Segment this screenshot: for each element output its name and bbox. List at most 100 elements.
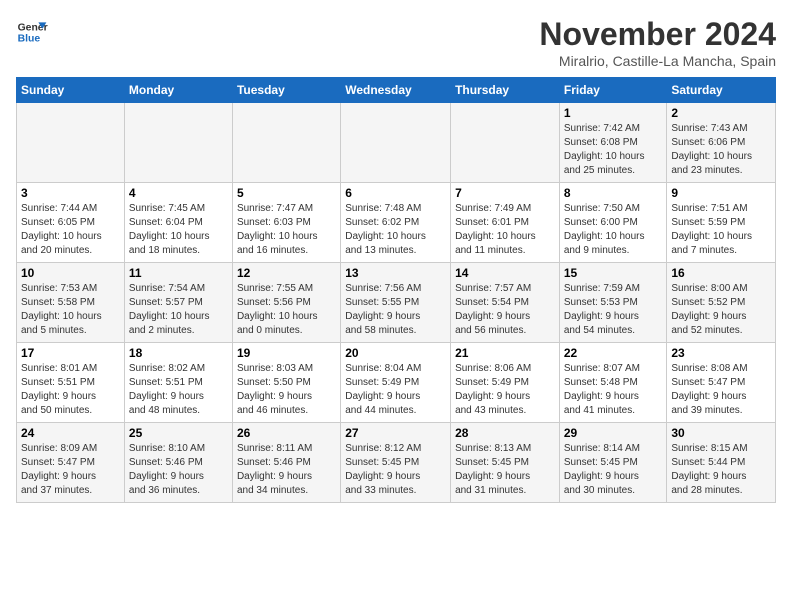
- calendar-cell: 2 Sunrise: 7:43 AM Sunset: 6:06 PM Daylig…: [667, 103, 776, 183]
- day-number: 25: [129, 426, 228, 440]
- calendar-cell: [451, 103, 560, 183]
- month-title: November 2024: [539, 16, 776, 53]
- day-info: Sunrise: 7:50 AM Sunset: 6:00 PM Dayligh…: [564, 202, 663, 258]
- day-info: Sunrise: 7:45 AM Sunset: 6:04 PM Dayligh…: [129, 202, 228, 258]
- day-info: Sunrise: 7:44 AM Sunset: 6:05 PM Dayligh…: [21, 202, 120, 258]
- calendar-cell: [341, 103, 451, 183]
- day-number: 26: [237, 426, 336, 440]
- weekday-header-saturday: Saturday: [667, 78, 776, 103]
- calendar-cell: 1 Sunrise: 7:42 AM Sunset: 6:08 PM Daylig…: [559, 103, 667, 183]
- calendar-cell: 26 Sunrise: 8:11 AM Sunset: 5:46 PM Dayli…: [232, 423, 340, 503]
- calendar-cell: [124, 103, 232, 183]
- day-number: 4: [129, 186, 228, 200]
- calendar-cell: 21Sunrise: 8:06 AM Sunset: 5:49 PM Dayli…: [451, 343, 560, 423]
- calendar-cell: 7Sunrise: 7:49 AM Sunset: 6:01 PM Daylig…: [451, 183, 560, 263]
- day-number: 22: [564, 346, 663, 360]
- weekday-header-friday: Friday: [559, 78, 667, 103]
- calendar-cell: 5 Sunrise: 7:47 AM Sunset: 6:03 PM Daylig…: [232, 183, 340, 263]
- calendar-cell: 10 Sunrise: 7:53 AM Sunset: 5:58 PM Dayli…: [17, 263, 125, 343]
- day-info: Sunrise: 8:13 AM Sunset: 5:45 PM Dayligh…: [455, 442, 555, 498]
- day-info: Sunrise: 8:11 AM Sunset: 5:46 PM Dayligh…: [237, 442, 336, 498]
- calendar-cell: 24 Sunrise: 8:09 AM Sunset: 5:47 PM Dayli…: [17, 423, 125, 503]
- day-info: Sunrise: 7:55 AM Sunset: 5:56 PM Dayligh…: [237, 282, 336, 338]
- day-number: 10: [21, 266, 120, 280]
- calendar-cell: 29Sunrise: 8:14 AM Sunset: 5:45 PM Dayli…: [559, 423, 667, 503]
- day-number: 2: [671, 106, 771, 120]
- day-info: Sunrise: 7:53 AM Sunset: 5:58 PM Dayligh…: [21, 282, 120, 338]
- weekday-header-sunday: Sunday: [17, 78, 125, 103]
- day-info: Sunrise: 7:42 AM Sunset: 6:08 PM Dayligh…: [564, 122, 663, 178]
- day-info: Sunrise: 7:47 AM Sunset: 6:03 PM Dayligh…: [237, 202, 336, 258]
- logo-icon: General Blue: [16, 16, 48, 48]
- day-info: Sunrise: 7:54 AM Sunset: 5:57 PM Dayligh…: [129, 282, 228, 338]
- calendar-cell: 9Sunrise: 7:51 AM Sunset: 5:59 PM Daylig…: [667, 183, 776, 263]
- weekday-header-thursday: Thursday: [451, 78, 560, 103]
- day-info: Sunrise: 7:56 AM Sunset: 5:55 PM Dayligh…: [345, 282, 446, 338]
- day-number: 27: [345, 426, 446, 440]
- day-info: Sunrise: 8:03 AM Sunset: 5:50 PM Dayligh…: [237, 362, 336, 418]
- location: Miralrio, Castille-La Mancha, Spain: [539, 53, 776, 69]
- calendar-cell: 14 Sunrise: 7:57 AM Sunset: 5:54 PM Dayli…: [451, 263, 560, 343]
- day-number: 17: [21, 346, 120, 360]
- calendar-cell: 23 Sunrise: 8:08 AM Sunset: 5:47 PM Dayli…: [667, 343, 776, 423]
- calendar-cell: 8Sunrise: 7:50 AM Sunset: 6:00 PM Daylig…: [559, 183, 667, 263]
- day-info: Sunrise: 8:14 AM Sunset: 5:45 PM Dayligh…: [564, 442, 663, 498]
- day-number: 6: [345, 186, 446, 200]
- day-number: 14: [455, 266, 555, 280]
- day-info: Sunrise: 8:07 AM Sunset: 5:48 PM Dayligh…: [564, 362, 663, 418]
- weekday-header-row: SundayMondayTuesdayWednesdayThursdayFrid…: [17, 78, 776, 103]
- day-number: 9: [671, 186, 771, 200]
- day-number: 20: [345, 346, 446, 360]
- title-block: November 2024 Miralrio, Castille-La Manc…: [539, 16, 776, 69]
- day-info: Sunrise: 7:59 AM Sunset: 5:53 PM Dayligh…: [564, 282, 663, 338]
- day-number: 23: [671, 346, 771, 360]
- day-number: 7: [455, 186, 555, 200]
- calendar-cell: 11 Sunrise: 7:54 AM Sunset: 5:57 PM Dayli…: [124, 263, 232, 343]
- calendar-cell: 13 Sunrise: 7:56 AM Sunset: 5:55 PM Dayli…: [341, 263, 451, 343]
- calendar-week-row: 3 Sunrise: 7:44 AM Sunset: 6:05 PM Daylig…: [17, 183, 776, 263]
- day-number: 3: [21, 186, 120, 200]
- calendar-cell: 15 Sunrise: 7:59 AM Sunset: 5:53 PM Dayli…: [559, 263, 667, 343]
- calendar-cell: [17, 103, 125, 183]
- day-info: Sunrise: 7:57 AM Sunset: 5:54 PM Dayligh…: [455, 282, 555, 338]
- day-info: Sunrise: 8:15 AM Sunset: 5:44 PM Dayligh…: [671, 442, 771, 498]
- day-info: Sunrise: 7:43 AM Sunset: 6:06 PM Dayligh…: [671, 122, 771, 178]
- day-info: Sunrise: 7:48 AM Sunset: 6:02 PM Dayligh…: [345, 202, 446, 258]
- day-number: 18: [129, 346, 228, 360]
- calendar-cell: 20Sunrise: 8:04 AM Sunset: 5:49 PM Dayli…: [341, 343, 451, 423]
- day-number: 19: [237, 346, 336, 360]
- day-number: 30: [671, 426, 771, 440]
- calendar-cell: 3 Sunrise: 7:44 AM Sunset: 6:05 PM Daylig…: [17, 183, 125, 263]
- day-number: 11: [129, 266, 228, 280]
- calendar-week-row: 24 Sunrise: 8:09 AM Sunset: 5:47 PM Dayli…: [17, 423, 776, 503]
- page-header: General Blue November 2024 Miralrio, Cas…: [16, 16, 776, 69]
- day-info: Sunrise: 8:09 AM Sunset: 5:47 PM Dayligh…: [21, 442, 120, 498]
- calendar-table: SundayMondayTuesdayWednesdayThursdayFrid…: [16, 77, 776, 503]
- day-info: Sunrise: 8:08 AM Sunset: 5:47 PM Dayligh…: [671, 362, 771, 418]
- calendar-cell: 16 Sunrise: 8:00 AM Sunset: 5:52 PM Dayli…: [667, 263, 776, 343]
- day-number: 24: [21, 426, 120, 440]
- calendar-cell: 25 Sunrise: 8:10 AM Sunset: 5:46 PM Dayli…: [124, 423, 232, 503]
- calendar-cell: 4 Sunrise: 7:45 AM Sunset: 6:04 PM Daylig…: [124, 183, 232, 263]
- calendar-cell: 30 Sunrise: 8:15 AM Sunset: 5:44 PM Dayli…: [667, 423, 776, 503]
- day-number: 16: [671, 266, 771, 280]
- calendar-week-row: 17 Sunrise: 8:01 AM Sunset: 5:51 PM Dayli…: [17, 343, 776, 423]
- day-number: 28: [455, 426, 555, 440]
- calendar-week-row: 1 Sunrise: 7:42 AM Sunset: 6:08 PM Daylig…: [17, 103, 776, 183]
- day-info: Sunrise: 8:02 AM Sunset: 5:51 PM Dayligh…: [129, 362, 228, 418]
- day-info: Sunrise: 8:01 AM Sunset: 5:51 PM Dayligh…: [21, 362, 120, 418]
- day-info: Sunrise: 8:06 AM Sunset: 5:49 PM Dayligh…: [455, 362, 555, 418]
- day-number: 1: [564, 106, 663, 120]
- day-info: Sunrise: 8:00 AM Sunset: 5:52 PM Dayligh…: [671, 282, 771, 338]
- day-info: Sunrise: 8:12 AM Sunset: 5:45 PM Dayligh…: [345, 442, 446, 498]
- calendar-cell: 22 Sunrise: 8:07 AM Sunset: 5:48 PM Dayli…: [559, 343, 667, 423]
- weekday-header-wednesday: Wednesday: [341, 78, 451, 103]
- calendar-cell: 6 Sunrise: 7:48 AM Sunset: 6:02 PM Daylig…: [341, 183, 451, 263]
- day-number: 13: [345, 266, 446, 280]
- calendar-week-row: 10 Sunrise: 7:53 AM Sunset: 5:58 PM Dayli…: [17, 263, 776, 343]
- calendar-cell: 17 Sunrise: 8:01 AM Sunset: 5:51 PM Dayli…: [17, 343, 125, 423]
- day-number: 15: [564, 266, 663, 280]
- day-number: 5: [237, 186, 336, 200]
- day-info: Sunrise: 8:10 AM Sunset: 5:46 PM Dayligh…: [129, 442, 228, 498]
- svg-text:Blue: Blue: [18, 34, 41, 45]
